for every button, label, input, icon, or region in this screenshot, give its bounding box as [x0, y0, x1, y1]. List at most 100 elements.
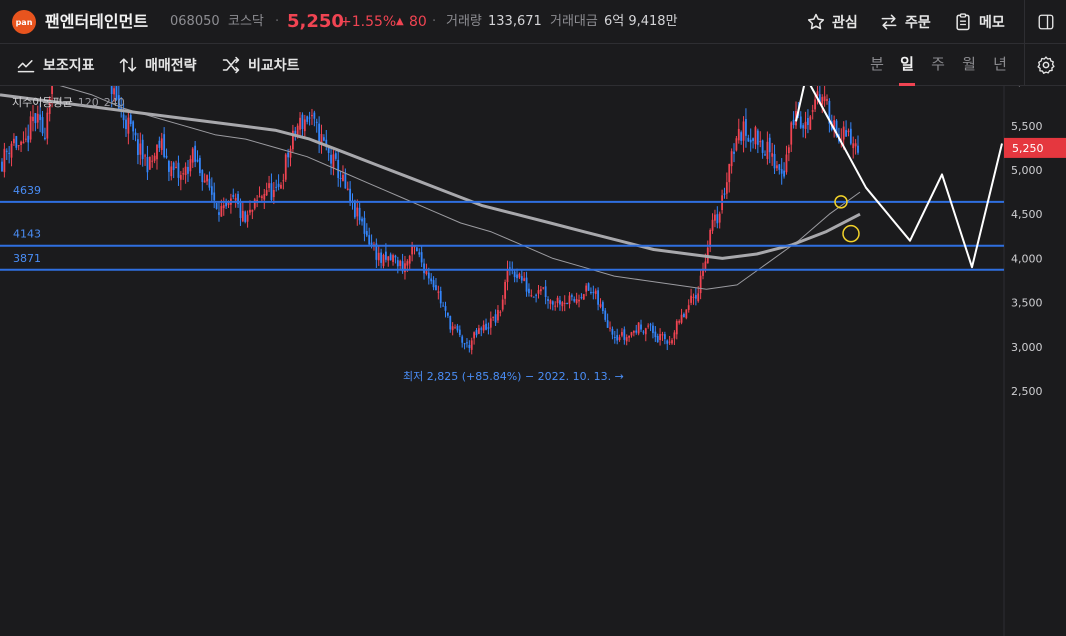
candle-body — [311, 114, 313, 117]
candle-body — [654, 331, 657, 338]
period-tab-month[interactable]: 월 — [958, 44, 980, 86]
price-chart[interactable]: 지수이동평균 120 240 2,500 3,000 3,500 4,000 4,500 5,… — [0, 86, 1066, 636]
candle-body — [218, 212, 220, 215]
candle-body — [597, 290, 600, 305]
indicators-button[interactable]: 보조지표 — [16, 44, 95, 86]
candle-body — [313, 112, 316, 119]
candle-body — [232, 194, 235, 198]
candle-body — [728, 163, 731, 183]
candle-body — [408, 255, 411, 264]
ma-legend-period-120: 120 — [77, 96, 99, 109]
watchlist-button[interactable]: 관심 — [806, 8, 858, 36]
y-tick-label: 6,000 — [1011, 86, 1043, 89]
candle-body — [454, 327, 456, 329]
candle-body — [442, 305, 445, 307]
candle-body — [642, 331, 645, 333]
candle-body — [241, 210, 244, 222]
candle-body — [666, 340, 669, 344]
candle-body — [613, 336, 616, 338]
candle-body — [137, 139, 139, 155]
candle-body — [616, 335, 619, 341]
candle-body — [566, 303, 569, 305]
side-panel-toggle[interactable] — [1024, 0, 1066, 44]
current-price-label: 5,250 — [1012, 142, 1044, 155]
memo-button[interactable]: 메모 — [953, 8, 1005, 36]
order-button[interactable]: 주문 — [879, 8, 931, 36]
candle-body — [745, 119, 747, 136]
candle-body — [239, 200, 242, 218]
candle-body — [740, 132, 743, 141]
candle-body — [787, 147, 790, 154]
candle-body — [177, 162, 180, 178]
candle-body — [506, 269, 509, 283]
chart-settings-button[interactable] — [1024, 44, 1066, 86]
candle-body — [768, 137, 771, 153]
candle-body — [127, 117, 130, 134]
candle-body — [799, 116, 802, 128]
candle-body — [773, 153, 776, 169]
candle-body — [368, 235, 371, 245]
candle-body — [539, 289, 542, 292]
period-tab-day[interactable]: 일 — [896, 44, 918, 86]
separator-dot: · — [432, 14, 437, 29]
candle-body — [144, 155, 146, 157]
candle-body — [353, 200, 356, 218]
candle-body — [234, 197, 237, 201]
candle-body — [301, 114, 304, 130]
candle-body — [466, 342, 468, 344]
change-percent: +1.55% — [340, 14, 397, 30]
candle-body — [222, 205, 225, 209]
amount-value: 6억 9,418만 — [604, 14, 678, 29]
y-tick-label: 4,500 — [1011, 208, 1043, 221]
candle-body — [644, 328, 647, 335]
candle-body — [308, 117, 311, 119]
candle-body — [694, 295, 697, 299]
candle-body — [201, 169, 204, 183]
candle-body — [482, 324, 485, 331]
candle-body — [599, 304, 602, 307]
candle-body — [268, 183, 270, 188]
chart-canvas[interactable]: 2,500 3,000 3,500 4,000 4,500 5,000 5,500 6,000… — [0, 86, 1066, 636]
candle-body — [339, 177, 342, 179]
candle-body — [823, 96, 826, 102]
candle-body — [44, 137, 46, 140]
candle-body — [251, 209, 254, 212]
candle-body — [480, 328, 483, 330]
watchlist-label: 관심 — [832, 15, 858, 31]
candle-body — [520, 276, 523, 281]
candle-body — [477, 328, 480, 334]
order-label: 주문 — [905, 15, 931, 31]
candle-body — [456, 325, 459, 331]
candle-body — [387, 256, 390, 261]
strategy-button[interactable]: 매매전략 — [118, 44, 197, 86]
y-tick-label: 3,500 — [1011, 297, 1043, 310]
candle-body — [718, 213, 721, 223]
stock-name[interactable]: 팬엔터테인먼트 — [45, 0, 148, 44]
candle-body — [206, 175, 208, 182]
y-tick-label: 5,000 — [1011, 164, 1043, 177]
candle-body — [363, 217, 366, 234]
candle-body — [537, 290, 540, 294]
candle-body — [857, 145, 859, 153]
candle-body — [783, 170, 785, 177]
candle-body — [246, 214, 249, 222]
period-tab-year[interactable]: 년 — [989, 44, 1011, 86]
candle-body — [451, 326, 454, 331]
panel-icon — [1038, 14, 1053, 30]
company-logo: pan — [12, 10, 36, 34]
candle-body — [699, 275, 702, 294]
candle-body — [263, 193, 266, 200]
candle-body — [561, 302, 564, 307]
period-tab-week[interactable]: 주 — [927, 44, 949, 86]
period-tab-minute[interactable]: 분 — [866, 44, 888, 86]
compare-button[interactable]: 비교차트 — [221, 44, 300, 86]
candle-body — [747, 137, 750, 142]
candle-body — [542, 287, 545, 289]
candle-body — [191, 148, 194, 163]
candle-body — [578, 299, 580, 302]
candle-body — [463, 343, 466, 345]
candle-body — [704, 261, 707, 269]
candle-body — [497, 309, 499, 321]
candle-body — [156, 144, 158, 160]
y-tick-label: 2,500 — [1011, 385, 1043, 398]
